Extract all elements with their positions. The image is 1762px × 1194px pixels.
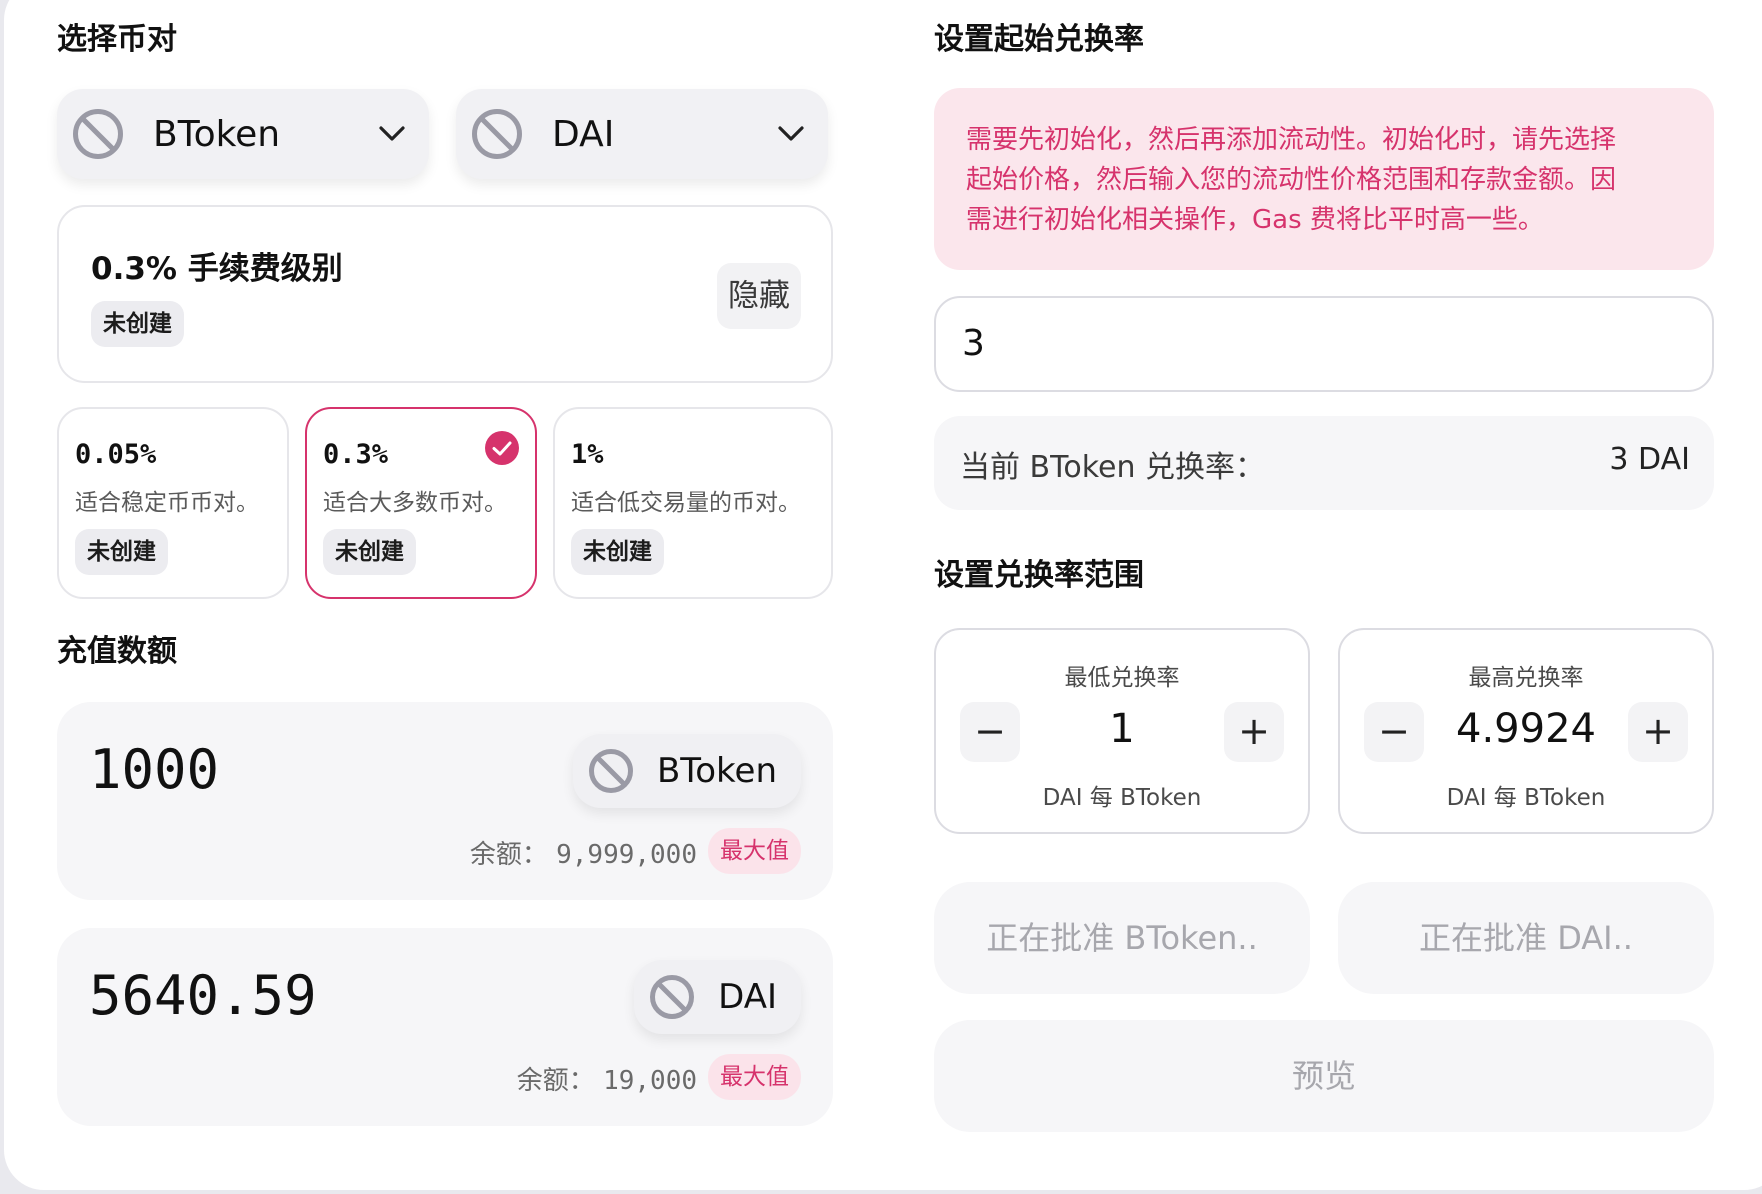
fee-tier-card-selected[interactable]: 0.3% 适合大多数币对。 未创建 xyxy=(305,407,537,599)
increment-button[interactable]: + xyxy=(1224,702,1284,762)
balance-text: 余额： 19,000 xyxy=(517,1060,697,1097)
alert-line: 需进行初始化相关操作，Gas 费将比平时高一些。 xyxy=(966,205,1544,235)
fee-tier-summary: 0.3% 手续费级别 未创建 隐藏 xyxy=(57,205,833,383)
approve-token-a-button[interactable]: 正在批准 BToken.. xyxy=(934,882,1310,994)
range-title: 设置兑换率范围 xyxy=(934,558,1144,593)
max-button[interactable]: 最大值 xyxy=(708,828,801,874)
deposit-token-name: DAI xyxy=(718,977,777,1017)
fee-tier-card[interactable]: 0.05% 适合稳定币币对。 未创建 xyxy=(57,407,289,599)
init-warning-alert: 需要先初始化，然后再添加流动性。初始化时，请先选择 起始价格，然后输入您的流动性… xyxy=(934,88,1714,270)
status-badge: 未创建 xyxy=(323,529,416,575)
fee-tier-desc: 适合稳定币币对。 xyxy=(75,490,259,516)
current-rate-value: 3 DAI xyxy=(1609,442,1690,477)
balance-text: 余额： 9,999,000 xyxy=(470,834,697,871)
balance-value: 9,999,000 xyxy=(556,840,697,870)
deposit-title: 充值数额 xyxy=(57,634,177,669)
min-price-label: 最低兑换率 xyxy=(1064,665,1180,691)
start-price-input[interactable]: 3 xyxy=(934,296,1714,392)
token-a-select[interactable]: BToken xyxy=(57,89,429,179)
fee-tier-pct: 0.3% xyxy=(323,439,389,470)
chevron-down-icon xyxy=(778,126,804,141)
token-b-name: DAI xyxy=(552,113,615,155)
preview-button[interactable]: 预览 xyxy=(934,1020,1714,1132)
current-rate-row: 当前 BToken 兑换率： 3 DAI xyxy=(934,416,1714,510)
deposit-box-token-a: 1000 BToken 余额： 9,999,000 最大值 xyxy=(57,702,833,900)
deposit-box-token-b: 5640.59 DAI 余额： 19,000 最大值 xyxy=(57,928,833,1126)
max-price-input[interactable]: 4.9924 xyxy=(1430,706,1622,752)
start-price-title: 设置起始兑换率 xyxy=(934,22,1144,57)
token-a-name: BToken xyxy=(153,113,281,155)
status-badge: 未创建 xyxy=(91,301,184,347)
decrement-button[interactable]: − xyxy=(960,702,1020,762)
approve-token-b-button[interactable]: 正在批准 DAI.. xyxy=(1338,882,1714,994)
current-rate-label: 当前 BToken 兑换率： xyxy=(960,450,1266,485)
max-price-box: 最高兑换率 − 4.9924 + DAI 每 BToken xyxy=(1338,628,1714,834)
deposit-token-pill[interactable]: DAI xyxy=(634,960,801,1034)
balance-label: 余额： xyxy=(469,840,548,870)
fee-tier-desc: 适合低交易量的币对。 xyxy=(571,490,801,516)
min-price-unit: DAI 每 BToken xyxy=(1042,785,1202,811)
status-badge: 未创建 xyxy=(571,529,664,575)
max-price-label: 最高兑换率 xyxy=(1468,665,1584,691)
balance-value: 19,000 xyxy=(603,1066,697,1096)
ban-icon xyxy=(472,109,522,159)
max-price-unit: DAI 每 BToken xyxy=(1446,785,1606,811)
status-badge: 未创建 xyxy=(75,529,168,575)
min-price-input[interactable]: 1 xyxy=(1026,706,1218,752)
fee-tier-title: 0.3% 手续费级别 xyxy=(91,251,343,287)
deposit-token-name: BToken xyxy=(656,751,777,791)
deposit-amount-input[interactable]: 1000 xyxy=(89,738,219,801)
ban-icon xyxy=(73,109,123,159)
ban-icon xyxy=(588,749,633,793)
balance-label: 余额： xyxy=(516,1066,595,1096)
deposit-amount-input[interactable]: 5640.59 xyxy=(89,964,317,1027)
chevron-down-icon xyxy=(379,126,405,141)
hide-button[interactable]: 隐藏 xyxy=(717,263,801,329)
alert-line: 起始价格，然后输入您的流动性价格范围和存款金额。因 xyxy=(966,165,1617,195)
ban-icon xyxy=(650,975,695,1019)
increment-button[interactable]: + xyxy=(1628,702,1688,762)
deposit-token-pill[interactable]: BToken xyxy=(572,734,801,808)
fee-tier-card[interactable]: 1% 适合低交易量的币对。 未创建 xyxy=(553,407,833,599)
fee-tier-desc: 适合大多数币对。 xyxy=(323,490,507,516)
min-price-box: 最低兑换率 − 1 + DAI 每 BToken xyxy=(934,628,1310,834)
fee-tier-pct: 0.05% xyxy=(75,439,157,470)
max-button[interactable]: 最大值 xyxy=(708,1054,801,1100)
fee-tier-pct: 1% xyxy=(571,439,604,470)
select-pair-title: 选择币对 xyxy=(57,22,177,57)
alert-line: 需要先初始化，然后再添加流动性。初始化时，请先选择 xyxy=(966,125,1617,155)
decrement-button[interactable]: − xyxy=(1364,702,1424,762)
token-b-select[interactable]: DAI xyxy=(456,89,828,179)
check-icon xyxy=(485,431,519,465)
